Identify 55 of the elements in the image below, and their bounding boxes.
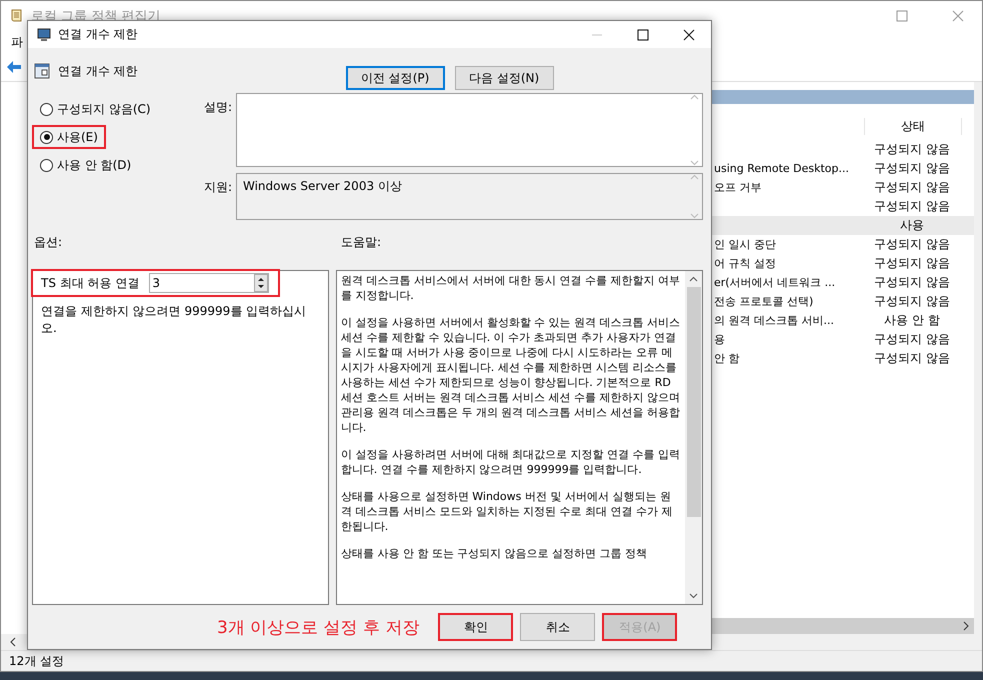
setting-state: 구성되지 않음 [874, 294, 950, 308]
supported-field: Windows Server 2003 이상 [236, 173, 703, 220]
help-paragraph: 상태를 사용으로 설정하면 Windows 버전 및 서버에서 실행되는 원격 데스크톱 서비스 모드와 일치하는 지정된 수로 최대 연결 수가 제한됩니다. [340, 489, 674, 534]
status-text: 12개 설정 [9, 652, 64, 670]
setting-name[interactable]: 용 [714, 333, 725, 346]
setting-state: 구성되지 않음 [874, 180, 950, 194]
help-paragraph: 이 설정을 사용하면 서버에서 활성화할 수 있는 원격 데스크톱 서비스 세션 수를 제한할 수 있습니다. 이 수가 초과되면 추가 사용자가 연결을 시도할 때 서버가 사용 중이므로 나중에 다시 시도하라는 오류 메시지가 사용자에게 표시됩니다. 세션 수를 제한하면 시스템 리소스를 사용하는 세션 수가 제한되므로 성능이 향상됩니다. 기본적으로 RD 세션 호스트 서버는 원격 데스크톱 서비스 세션 수를 제한하지 않으며 관리용 원격 데스크톱은 두 개의 원격 데스크톱 서비스 세션을 허용합니다. [340, 315, 681, 435]
setting-state: 구성되지 않음 [874, 256, 950, 270]
computer-icon [36, 26, 52, 42]
setting-state: 구성되지 않음 [874, 237, 950, 251]
setting-name[interactable]: using Remote Desktop... [714, 162, 850, 175]
maximize-icon[interactable] [637, 28, 649, 40]
back-arrow-icon[interactable] [6, 60, 22, 74]
setting-name[interactable]: er(서버에서 네트워크 ... [714, 276, 836, 289]
scroll-left-icon[interactable] [9, 637, 17, 647]
field-label: 지원: [202, 179, 232, 196]
section-label: 도움말: [341, 234, 382, 251]
option-label: TS 최대 허용 연결 [41, 274, 140, 292]
menu-item[interactable]: 파 [11, 34, 23, 50]
setting-name[interactable]: 안 함 [714, 352, 740, 365]
setting-state: 사용 안 함 [884, 313, 940, 327]
dialog-button[interactable]: 취소 [520, 613, 596, 641]
setting-name[interactable]: 전송 프로토콜 선택) [714, 295, 814, 308]
field-label: 설명: [202, 99, 232, 116]
radio-option[interactable]: 사용 안 함(D) [32, 153, 140, 177]
setting-name[interactable]: 인 일시 중단 [714, 238, 776, 251]
radio-option[interactable]: 구성되지 않음(C) [32, 97, 159, 121]
dialog-button[interactable]: 확인 [438, 613, 514, 641]
setting-state: 구성되지 않음 [874, 161, 950, 175]
close-icon[interactable] [683, 28, 695, 40]
policy-icon [34, 63, 50, 79]
help-paragraph: 원격 데스크톱 서비스에서 서버에 대한 동시 연결 수를 제한할지 여부를 지정합니다. [340, 273, 681, 303]
dialog-title: 연결 개수 제한 [58, 26, 138, 43]
number-spinner[interactable]: 3 [149, 273, 270, 293]
radio-option[interactable]: 사용(E) [32, 125, 106, 149]
nav-button[interactable]: 이전 설정(P) [346, 66, 445, 90]
nav-button[interactable]: 다음 설정(N) [454, 66, 554, 90]
setting-name[interactable]: 의 원격 데스크톱 서비... [714, 314, 834, 327]
setting-state: 사용 [900, 218, 924, 232]
section-label: 옵션: [34, 234, 64, 251]
column-header[interactable]: 상태 [864, 118, 962, 134]
option-hint: 연결을 제한하지 않으려면 999999를 입력하십시오. [40, 303, 308, 337]
setting-name[interactable]: 어 규칙 설정 [714, 257, 776, 270]
help-paragraph: 이 설정을 사용하려면 서버에 대해 최대값으로 지정할 연결 수를 입력합니다. 연결 수를 제한하지 않으려면 999999를 입력합니다. [340, 447, 681, 477]
setting-state: 구성되지 않음 [874, 332, 950, 346]
policy-heading: 연결 개수 제한 [58, 63, 138, 80]
setting-state: 구성되지 않음 [874, 351, 950, 365]
setting-state: 구성되지 않음 [874, 199, 950, 213]
setting-name[interactable]: 오프 거부 [714, 181, 762, 194]
annotation-text: 3개 이상으로 설정 후 저장 [217, 616, 420, 638]
setting-state: 구성되지 않음 [874, 142, 950, 156]
setting-state: 구성되지 않음 [874, 275, 950, 289]
spin-arrows-icon[interactable] [254, 274, 268, 292]
help-paragraph: 상태를 사용 안 함 또는 구성되지 않음으로 설정하면 그룹 정책 [340, 546, 648, 561]
scroll-right-icon[interactable] [962, 621, 970, 631]
